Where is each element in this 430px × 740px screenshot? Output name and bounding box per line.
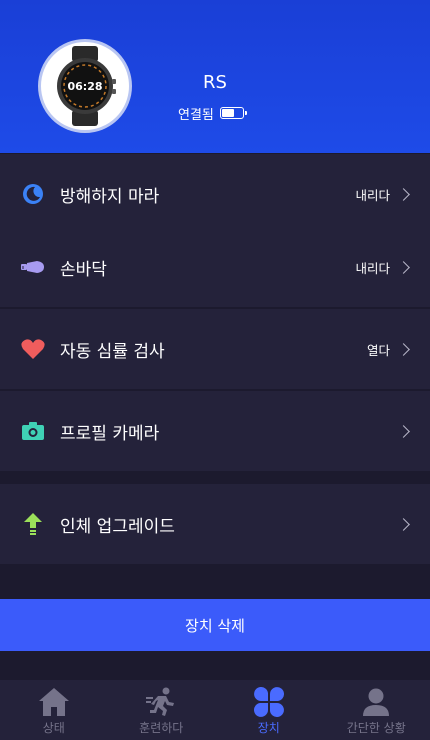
watch-image: 06:28 xyxy=(38,39,132,133)
tab-label: 훈련하다 xyxy=(139,721,184,735)
menu-item-firmware-upgrade[interactable]: 인체 업그레이드 xyxy=(0,484,430,564)
menu-item-value: 내리다 xyxy=(355,187,390,203)
menu-item-do-not-disturb[interactable]: 방해하지 마라 내리다 xyxy=(0,154,430,234)
menu-item-label: 자동 심률 검사 xyxy=(60,341,165,362)
menu-item-label: 프로필 카메라 xyxy=(60,423,160,444)
tab-label: 간단한 상황 xyxy=(346,721,406,735)
battery-level xyxy=(221,109,234,117)
chevron-right-icon xyxy=(397,517,410,531)
menu-item-value: 내리다 xyxy=(355,260,390,276)
chevron-right-icon xyxy=(397,342,410,356)
home-icon xyxy=(37,685,71,719)
smartwatch-icon: 06:28 xyxy=(57,46,116,126)
device-header: 06:28 RS 연결됨 xyxy=(0,0,430,153)
palm-icon xyxy=(21,255,45,279)
tab-training[interactable]: 훈련하다 xyxy=(108,680,216,740)
menu-item-profile-camera[interactable]: 프로필 카메라 xyxy=(0,391,430,471)
delete-device-button[interactable]: 장치 삭제 xyxy=(0,599,430,651)
camera-icon xyxy=(21,419,45,443)
connection-status: 연결됨 xyxy=(178,104,247,123)
device-name: RS xyxy=(203,72,227,93)
tab-label: 상태 xyxy=(42,721,65,735)
tab-status[interactable]: 상태 xyxy=(0,680,108,740)
tab-summary[interactable]: 간단한 상황 xyxy=(323,680,430,740)
tab-label: 장치 xyxy=(257,721,280,735)
chevron-right-icon xyxy=(397,187,410,201)
running-icon xyxy=(144,685,178,719)
heart-icon xyxy=(21,337,45,361)
moon-icon xyxy=(21,182,45,206)
tab-device[interactable]: 장치 xyxy=(215,680,323,740)
chevron-right-icon xyxy=(397,424,410,438)
menu-item-palm[interactable]: 손바닥 내리다 xyxy=(0,227,430,307)
menu-item-auto-heart-rate[interactable]: 자동 심률 검사 열다 xyxy=(0,309,430,389)
person-icon xyxy=(359,685,393,719)
watch-time: 06:28 xyxy=(67,80,102,93)
connection-status-label: 연결됨 xyxy=(178,107,214,123)
menu-item-value: 열다 xyxy=(366,342,390,358)
battery-icon xyxy=(219,107,247,119)
menu-item-label: 손바닥 xyxy=(60,259,107,280)
upgrade-arrow-icon xyxy=(21,512,45,536)
bottom-tab-bar: 상태 훈련하다 장치 간단한 상황 xyxy=(0,680,430,740)
device-clover-icon xyxy=(252,685,286,719)
menu-item-label: 방해하지 마라 xyxy=(60,186,160,207)
menu-item-label: 인체 업그레이드 xyxy=(60,516,175,537)
chevron-right-icon xyxy=(397,260,410,274)
